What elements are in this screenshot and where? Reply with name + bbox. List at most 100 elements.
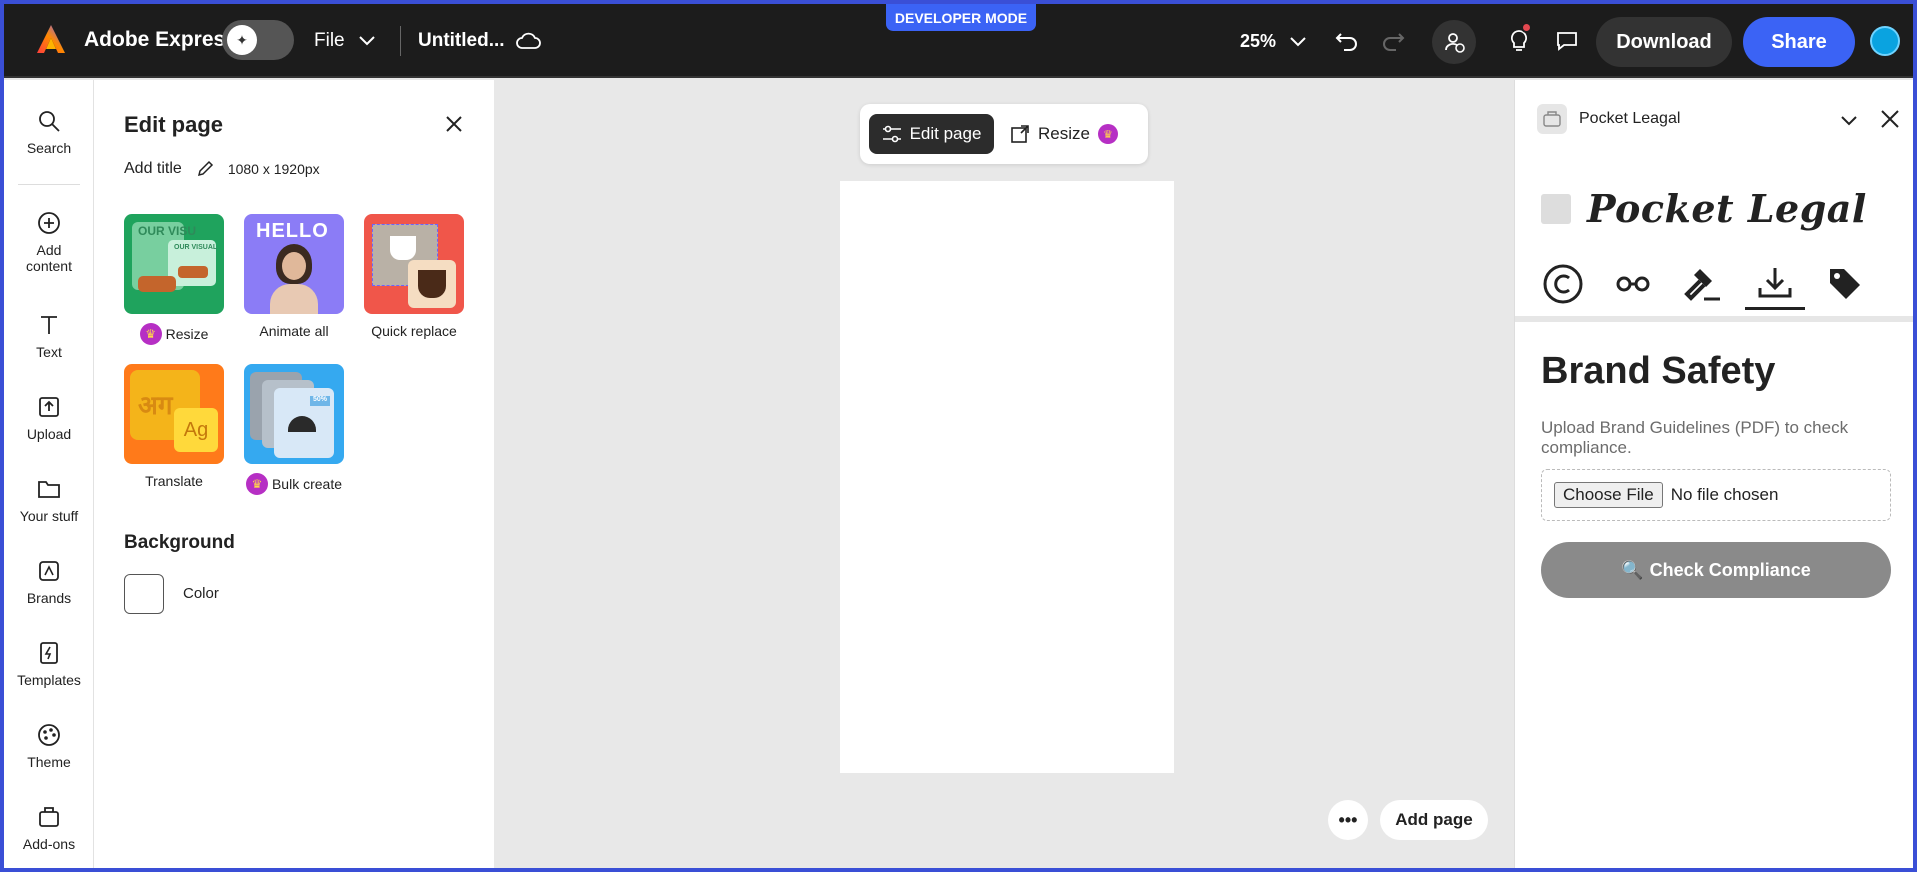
- addon-panel: Pocket Leagal Pocket Legal Brand Safety: [1514, 80, 1913, 868]
- rail-label: Your stuff: [19, 508, 79, 524]
- tab-review[interactable]: [1605, 258, 1661, 310]
- edit-page-label: Edit page: [909, 124, 982, 143]
- app-name: Adobe Express: [84, 28, 237, 51]
- tile-label-text: Quick replace: [371, 323, 457, 339]
- avatar[interactable]: [1870, 26, 1900, 56]
- add-page-button[interactable]: Add page: [1380, 800, 1488, 840]
- animate-all-tile-label: Animate all: [229, 323, 359, 339]
- check-compliance-button[interactable]: 🔍 Check Compliance: [1541, 542, 1891, 598]
- file-menu[interactable]: File: [314, 30, 375, 52]
- notification-dot: [1521, 22, 1532, 33]
- premium-crown-icon: ♛: [245, 473, 268, 495]
- bulk-create-tile[interactable]: 50%: [244, 364, 344, 464]
- zoom-control[interactable]: 25%: [1240, 31, 1306, 52]
- rail-item-templates[interactable]: Templates: [4, 640, 94, 688]
- download-button[interactable]: Download: [1596, 17, 1732, 67]
- tile-art-text: OUR VISU: [138, 224, 197, 238]
- translate-tile[interactable]: अग Ag: [124, 364, 224, 464]
- close-icon[interactable]: [442, 112, 466, 136]
- redo-icon[interactable]: [1378, 26, 1408, 56]
- rail-item-brands[interactable]: Brands: [4, 558, 94, 606]
- palette-icon: [38, 724, 60, 746]
- rail-label: Upload: [26, 426, 72, 442]
- undo-icon[interactable]: [1332, 26, 1362, 56]
- chair-image: [138, 276, 176, 292]
- rail-label: Text: [36, 344, 62, 360]
- background-color-swatch[interactable]: [124, 574, 164, 614]
- tile-art-text: Ag: [174, 408, 218, 452]
- addon-logo-text: Pocket Legal: [1587, 186, 1867, 231]
- choose-file-button[interactable]: Choose File: [1554, 482, 1663, 508]
- plus-circle-icon: [38, 212, 60, 234]
- translate-tile-label: Translate: [109, 473, 239, 489]
- chair-image: [178, 266, 208, 278]
- document-title[interactable]: Untitled...: [418, 30, 541, 52]
- download-icon: [1758, 267, 1792, 297]
- copyright-icon: [1543, 264, 1583, 304]
- canvas-page[interactable]: [840, 181, 1174, 773]
- tab-legal[interactable]: [1675, 258, 1731, 310]
- resize-label: Resize: [1038, 124, 1090, 143]
- edit-page-panel: Edit page Add title 1080 x 1920px OUR VI…: [94, 80, 494, 868]
- mode-toggle[interactable]: ✦: [222, 20, 294, 60]
- search-icon: [39, 111, 60, 132]
- resize-icon: [1011, 125, 1029, 143]
- edit-page-button[interactable]: Edit page: [869, 114, 994, 154]
- animate-all-tile[interactable]: HELLO: [244, 214, 344, 314]
- tile-art-text: अग: [138, 390, 173, 420]
- tag-icon: [1830, 269, 1860, 299]
- addon-header: Pocket Leagal: [1537, 104, 1680, 134]
- rail-item-search[interactable]: Search: [4, 108, 94, 156]
- rail-item-add-ons[interactable]: Add-ons: [4, 804, 94, 852]
- invite-button[interactable]: [1432, 20, 1476, 64]
- rail-item-text[interactable]: Text: [4, 312, 94, 360]
- panel-title: Edit page: [124, 112, 224, 137]
- resize-tile[interactable]: OUR VISU OUR VISUAL: [124, 214, 224, 314]
- add-title-label: Add title: [124, 160, 182, 177]
- tab-pricing[interactable]: [1817, 258, 1873, 310]
- addon-tab-bar: [1515, 258, 1913, 316]
- person-face: [282, 252, 306, 280]
- rail-label: Add-ons: [22, 836, 76, 852]
- divider: [400, 26, 401, 56]
- premium-crown-icon: ♛: [139, 323, 162, 345]
- rail-item-your-stuff[interactable]: Your stuff: [4, 476, 94, 524]
- tile-label-text: Animate all: [259, 323, 329, 339]
- tile-art-text: 50%: [310, 396, 330, 406]
- pencil-icon: [197, 160, 213, 177]
- coffee-image: [418, 270, 446, 298]
- rail-item-theme[interactable]: Theme: [4, 722, 94, 770]
- tab-brand-safety[interactable]: [1745, 258, 1805, 310]
- file-label: File: [314, 30, 345, 51]
- rail-item-add-content[interactable]: Add content: [4, 210, 94, 274]
- left-rail: Search Add content Text Upload Your stuf…: [4, 80, 94, 868]
- chevron-down-icon[interactable]: [1837, 108, 1861, 132]
- premium-crown-icon: ♛: [1097, 124, 1118, 144]
- file-upload-field[interactable]: Choose File No file chosen: [1541, 469, 1891, 521]
- quick-replace-tile[interactable]: [364, 214, 464, 314]
- glasses-icon: [1616, 276, 1650, 292]
- rail-item-upload[interactable]: Upload: [4, 394, 94, 442]
- adobe-express-logo-icon[interactable]: [34, 22, 68, 56]
- more-options-button[interactable]: •••: [1328, 800, 1368, 840]
- add-title-row[interactable]: Add title 1080 x 1920px: [124, 160, 320, 178]
- addons-icon: [39, 807, 59, 827]
- comment-icon[interactable]: [1552, 26, 1582, 56]
- rail-label: Brands: [26, 590, 72, 606]
- logo-placeholder: [1541, 194, 1571, 224]
- rail-label: Add content: [26, 242, 72, 274]
- close-icon[interactable]: [1879, 108, 1901, 130]
- text-icon: [41, 316, 57, 334]
- cloud-icon: [515, 32, 541, 49]
- section-heading: Brand Safety: [1541, 350, 1776, 392]
- rail-label: Search: [26, 140, 72, 156]
- tile-art-text: OUR VISUAL: [174, 244, 218, 251]
- gavel-icon: [1684, 269, 1720, 301]
- chevron-down-icon: [1290, 36, 1306, 46]
- tile-art-text: HELLO: [256, 220, 329, 242]
- person-body: [270, 284, 318, 314]
- resize-button[interactable]: Resize ♛: [1010, 114, 1118, 154]
- share-button[interactable]: Share: [1743, 17, 1855, 67]
- magic-icon: ✦: [227, 25, 257, 55]
- tab-copyright[interactable]: [1535, 258, 1591, 310]
